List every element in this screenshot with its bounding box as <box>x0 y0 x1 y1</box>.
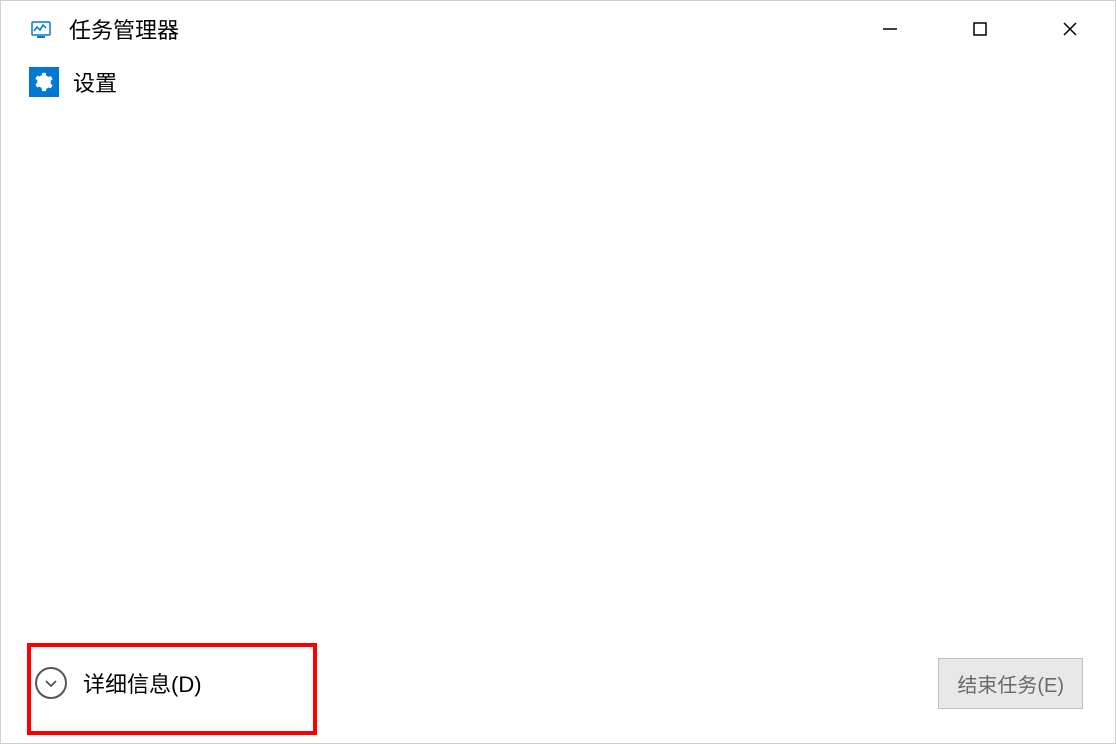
window-title: 任务管理器 <box>69 13 179 45</box>
minimize-button[interactable] <box>845 1 935 57</box>
process-list-area <box>1 107 1115 643</box>
task-manager-window: 任务管理器 <box>0 0 1116 744</box>
close-button[interactable] <box>1025 1 1115 57</box>
settings-label[interactable]: 设置 <box>73 66 117 98</box>
task-manager-icon <box>29 17 53 41</box>
gear-icon <box>29 67 59 97</box>
footer: 详细信息(D) 结束任务(E) <box>1 643 1115 743</box>
chevron-down-icon <box>35 667 67 699</box>
end-task-button[interactable]: 结束任务(E) <box>938 658 1083 709</box>
menubar: 设置 <box>1 57 1115 107</box>
maximize-button[interactable] <box>935 1 1025 57</box>
details-label: 详细信息(D) <box>83 667 202 699</box>
titlebar: 任务管理器 <box>1 1 1115 57</box>
window-controls <box>845 1 1115 57</box>
more-details-toggle[interactable]: 详细信息(D) <box>27 643 272 723</box>
